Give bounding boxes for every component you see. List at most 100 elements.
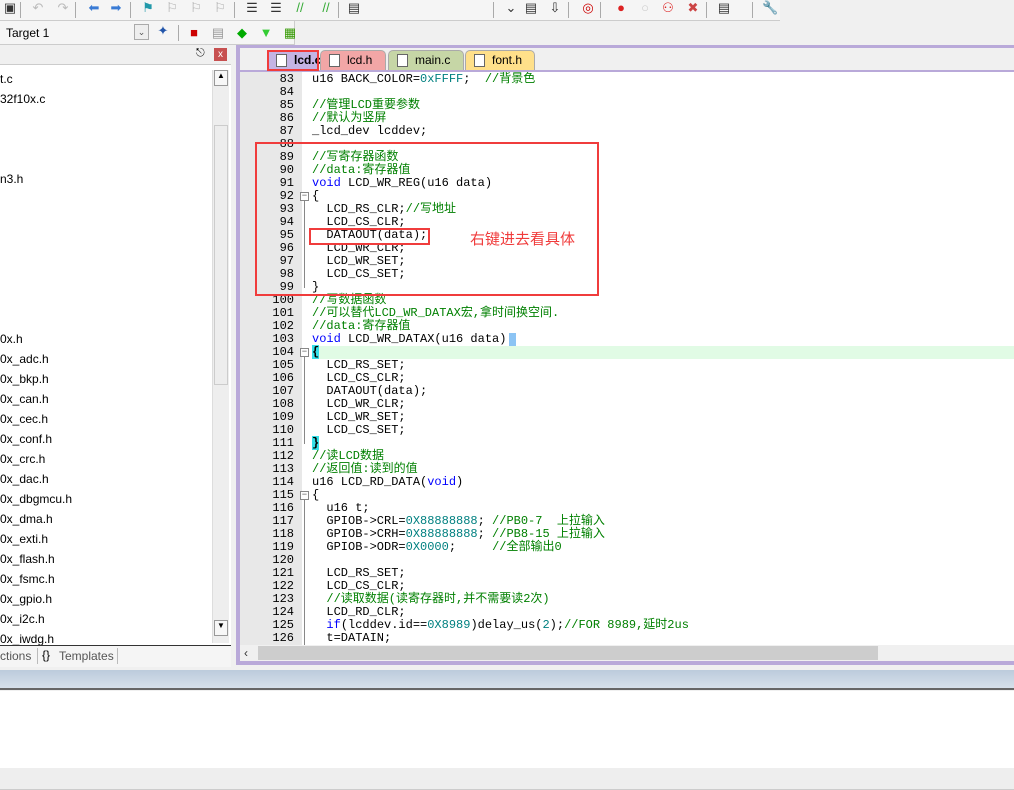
code-token: ; xyxy=(463,72,485,86)
bookmark-icon[interactable]: ⚑ xyxy=(140,1,156,15)
file-item[interactable]: t.c xyxy=(0,69,13,89)
code-token: ; xyxy=(477,527,493,541)
file-item[interactable]: 0x.h xyxy=(0,329,23,349)
bookmark-clear-icon[interactable]: ⚐ xyxy=(212,1,228,15)
tab-lcd-h[interactable]: lcd.h xyxy=(320,50,386,70)
tab-templates[interactable]: Templates xyxy=(59,649,114,663)
file-icon xyxy=(397,54,408,67)
code-line: _lcd_dev lcddev; xyxy=(312,125,427,138)
dataout-highlight-box xyxy=(309,228,430,245)
file-item[interactable]: 0x_i2c.h xyxy=(0,609,45,629)
window-layout-icon[interactable]: ▤ xyxy=(716,1,732,15)
undo-icon[interactable]: ↶ xyxy=(30,1,46,15)
code-line: void LCD_WR_DATAX(u16 data) xyxy=(312,332,517,346)
configure-icon[interactable]: 🔧 xyxy=(762,1,778,15)
find-icon[interactable]: ▤ xyxy=(523,1,539,15)
select-packs-icon[interactable]: ▤ xyxy=(210,26,226,40)
manage-components-icon[interactable]: ■ xyxy=(186,26,202,40)
code-token: (lcddev.id== xyxy=(340,618,428,632)
tab-label: main.c xyxy=(415,53,451,67)
target-dropdown-icon[interactable]: ⌄ xyxy=(134,24,149,40)
breakpoint-disable-all-icon[interactable]: ⚇ xyxy=(660,1,676,15)
file-icon xyxy=(329,54,340,67)
tab-main-c[interactable]: main.c xyxy=(388,50,464,70)
fold-collapse-icon[interactable]: − xyxy=(300,348,309,357)
target-select[interactable]: Target 1 xyxy=(6,26,49,40)
project-scrollbar[interactable]: ▲ ▼ xyxy=(212,70,229,643)
project-panel-header: ⎋ x xyxy=(0,45,231,65)
file-item[interactable]: n3.h xyxy=(0,169,23,189)
file-item[interactable]: 0x_adc.h xyxy=(0,349,49,369)
close-icon[interactable]: x xyxy=(214,48,227,61)
file-item[interactable]: 0x_bkp.h xyxy=(0,369,49,389)
code-token: //可以替代LCD_WR_DATAX宏,拿时间换空间. xyxy=(312,306,560,320)
pack-installer-icon[interactable]: ◆ xyxy=(234,26,250,40)
indent-icon[interactable]: ☰ xyxy=(244,1,260,15)
file-item[interactable]: 0x_conf.h xyxy=(0,429,52,449)
options-for-target-icon[interactable]: ✦ xyxy=(155,24,171,38)
code-token: LCD_RS_SET; xyxy=(312,358,406,372)
fold-collapse-icon[interactable]: − xyxy=(300,491,309,500)
file-item[interactable]: 0x_dac.h xyxy=(0,469,49,489)
code-token: 0X8989 xyxy=(427,618,471,632)
code-token: 0X88888888 xyxy=(405,527,478,541)
code-line: t=DATAIN; xyxy=(312,632,391,645)
file-item[interactable]: 0x_dma.h xyxy=(0,509,53,529)
bookmark-next-icon[interactable]: ⚐ xyxy=(188,1,204,15)
code-token: LCD_WR_DATAX(u16 data) xyxy=(340,332,507,346)
nav-back-icon[interactable]: ⬅ xyxy=(86,1,102,15)
text-cursor xyxy=(509,333,517,346)
incremental-find-icon[interactable]: ⇩ xyxy=(547,1,563,15)
file-item[interactable]: 0x_cec.h xyxy=(0,409,48,429)
horizontal-scrollbar[interactable]: ‹ xyxy=(240,645,1014,661)
redo-icon[interactable]: ↷ xyxy=(55,1,71,15)
software-packs-icon[interactable]: ▦ xyxy=(282,26,298,40)
hscroll-thumb[interactable] xyxy=(258,646,878,660)
code-token: //PB8-15 上拉输入 xyxy=(492,527,605,541)
dropdown-icon[interactable]: ⌄ xyxy=(503,1,519,15)
code-token: u16 t; xyxy=(312,501,370,515)
code-token: 0X88888888 xyxy=(405,514,478,528)
tab-functions[interactable]: ctions xyxy=(0,649,31,663)
code-token: ; xyxy=(477,514,493,528)
code-token: ); xyxy=(549,618,565,632)
file-item[interactable]: 0x_fsmc.h xyxy=(0,569,55,589)
code-token: { xyxy=(312,345,320,359)
scroll-down-icon[interactable]: ▼ xyxy=(214,620,228,636)
code-token: 0xFFFF xyxy=(420,72,464,86)
file-item[interactable]: 0x_dbgmcu.h xyxy=(0,489,72,509)
breakpoint-disable-icon[interactable]: ○ xyxy=(637,1,653,15)
pin-icon[interactable]: ⎋ xyxy=(196,47,205,60)
current-line-highlight xyxy=(312,346,1014,359)
code-token: //FOR 8989,延时2us xyxy=(564,618,689,632)
scroll-thumb[interactable] xyxy=(214,125,228,385)
code-token: LCD_WR_CLR; xyxy=(312,397,406,411)
file-item[interactable]: 32f10x.c xyxy=(0,89,45,109)
line-number: 126 xyxy=(272,631,294,645)
code-line: u16 LCD_RD_DATA(void) xyxy=(312,476,463,489)
file-item[interactable]: 0x_gpio.h xyxy=(0,589,52,609)
manage-rte-icon[interactable]: ▼ xyxy=(258,26,274,40)
file-item[interactable]: 0x_can.h xyxy=(0,389,49,409)
file-item[interactable]: 0x_exti.h xyxy=(0,529,48,549)
code-token: u16 BACK_COLOR= xyxy=(312,72,421,86)
comment-icon[interactable]: // xyxy=(292,1,308,15)
code-token: 0X0000 xyxy=(405,540,449,554)
code-token: ) xyxy=(456,475,464,489)
code-token: DATAOUT(data); xyxy=(312,384,428,398)
bookmark-prev-icon[interactable]: ⚐ xyxy=(164,1,180,15)
uncomment-icon[interactable]: // xyxy=(318,1,334,15)
scroll-left-icon[interactable]: ‹ xyxy=(244,646,248,660)
editor-tabs: lcd.c lcd.h main.c font.h xyxy=(240,48,1014,70)
unindent-icon[interactable]: ☰ xyxy=(268,1,284,15)
find-in-files-icon[interactable]: ▤ xyxy=(346,1,362,15)
nav-forward-icon[interactable]: ➡ xyxy=(108,1,124,15)
debug-icon[interactable]: ◎ xyxy=(580,1,596,15)
breakpoint-icon[interactable]: ● xyxy=(613,1,629,15)
save-all-icon[interactable]: ▣ xyxy=(2,1,18,15)
scroll-up-icon[interactable]: ▲ xyxy=(214,70,228,86)
tab-font-h[interactable]: font.h xyxy=(465,50,535,70)
breakpoint-kill-all-icon[interactable]: ✖ xyxy=(685,1,701,15)
file-item[interactable]: 0x_crc.h xyxy=(0,449,45,469)
file-item[interactable]: 0x_flash.h xyxy=(0,549,55,569)
